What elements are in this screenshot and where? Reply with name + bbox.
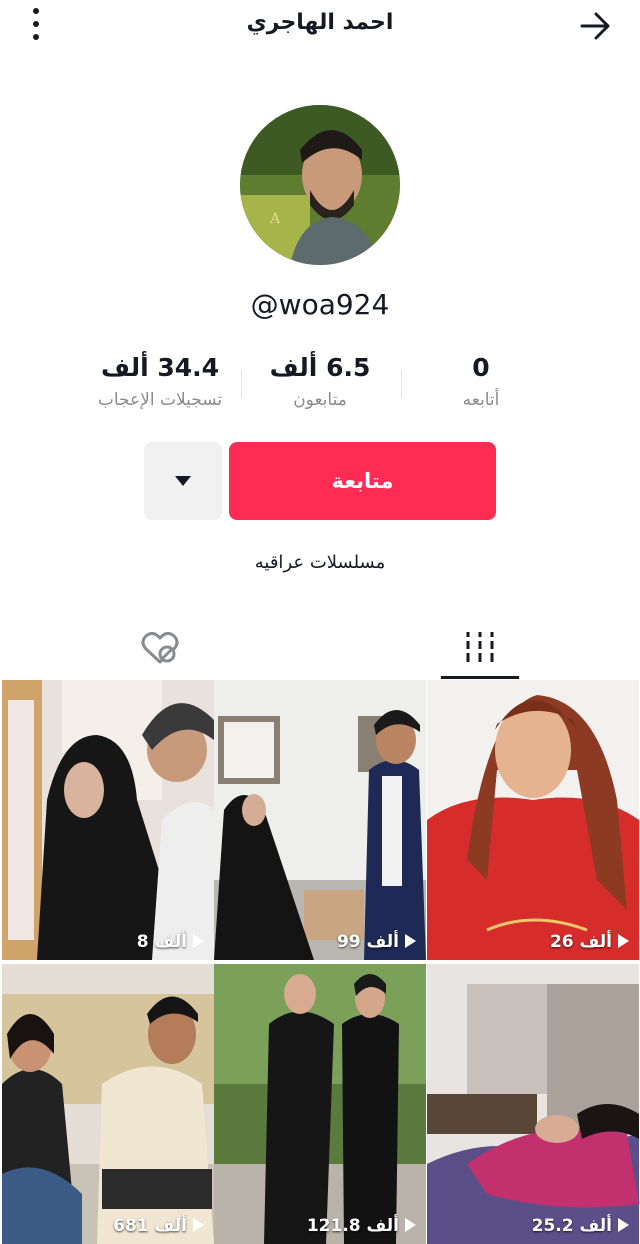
page-title: احمد الهاجري xyxy=(246,10,394,35)
profile-handle: @woa924 xyxy=(250,288,390,321)
stat-followers-value: 6.5 ألف xyxy=(269,353,371,382)
video-thumbnail[interactable]: 121.8 ألف xyxy=(214,964,426,1244)
play-icon xyxy=(193,1218,204,1232)
video-thumbnail[interactable]: 99 ألف xyxy=(214,680,426,960)
stat-followers-label: متابعون xyxy=(293,390,347,410)
svg-text:A: A xyxy=(269,211,281,227)
stat-followers[interactable]: 6.5 ألف متابعون xyxy=(240,350,400,410)
view-count: 99 ألف xyxy=(337,932,416,952)
grid-icon xyxy=(466,632,494,662)
view-count: 25.2 ألف xyxy=(532,1216,629,1236)
video-thumbnail[interactable]: 25.2 ألف xyxy=(427,964,639,1244)
view-count: 26 ألف xyxy=(550,932,629,952)
stat-likes-label: تسجيلات الإعجاب xyxy=(97,390,223,410)
caret-down-icon xyxy=(175,476,191,486)
play-icon xyxy=(618,934,629,948)
tab-liked-videos[interactable] xyxy=(120,622,200,678)
back-arrow-icon[interactable] xyxy=(576,8,616,44)
top-bar: احمد الهاجري xyxy=(0,0,640,56)
stat-likes-value: 34.4 ألف xyxy=(100,353,220,382)
profile-bio: مسلسلات عراقيه xyxy=(254,552,386,573)
video-thumbnail[interactable]: 8 ألف xyxy=(2,680,214,960)
more-options-icon[interactable] xyxy=(26,6,46,42)
view-count: 121.8 ألف xyxy=(307,1216,416,1236)
stat-likes[interactable]: 34.4 ألف تسجيلات الإعجاب xyxy=(80,350,240,410)
suggestions-dropdown-button[interactable] xyxy=(144,442,222,520)
view-count: 8 ألف xyxy=(137,932,204,952)
follow-button[interactable]: متابعة xyxy=(229,442,496,520)
video-thumbnail[interactable]: 26 ألف xyxy=(427,680,639,960)
play-icon xyxy=(193,934,204,948)
play-icon xyxy=(618,1218,629,1232)
video-grid: 8 ألف 99 ألف 26 ألف 681 ألف 121.8 ألف 25… xyxy=(0,680,640,1244)
play-icon xyxy=(405,934,416,948)
stat-following-value: 0 xyxy=(472,353,490,382)
heart-hidden-icon xyxy=(141,631,179,664)
avatar[interactable]: A xyxy=(240,105,400,265)
play-icon xyxy=(405,1218,416,1232)
video-thumbnail[interactable]: 681 ألف xyxy=(2,964,214,1244)
stat-following-label: أتابعه xyxy=(462,390,500,410)
active-tab-indicator xyxy=(441,676,519,679)
view-count: 681 ألف xyxy=(113,1216,204,1236)
stat-following[interactable]: 0 أتابعه xyxy=(401,350,561,410)
tab-videos[interactable] xyxy=(441,622,519,678)
